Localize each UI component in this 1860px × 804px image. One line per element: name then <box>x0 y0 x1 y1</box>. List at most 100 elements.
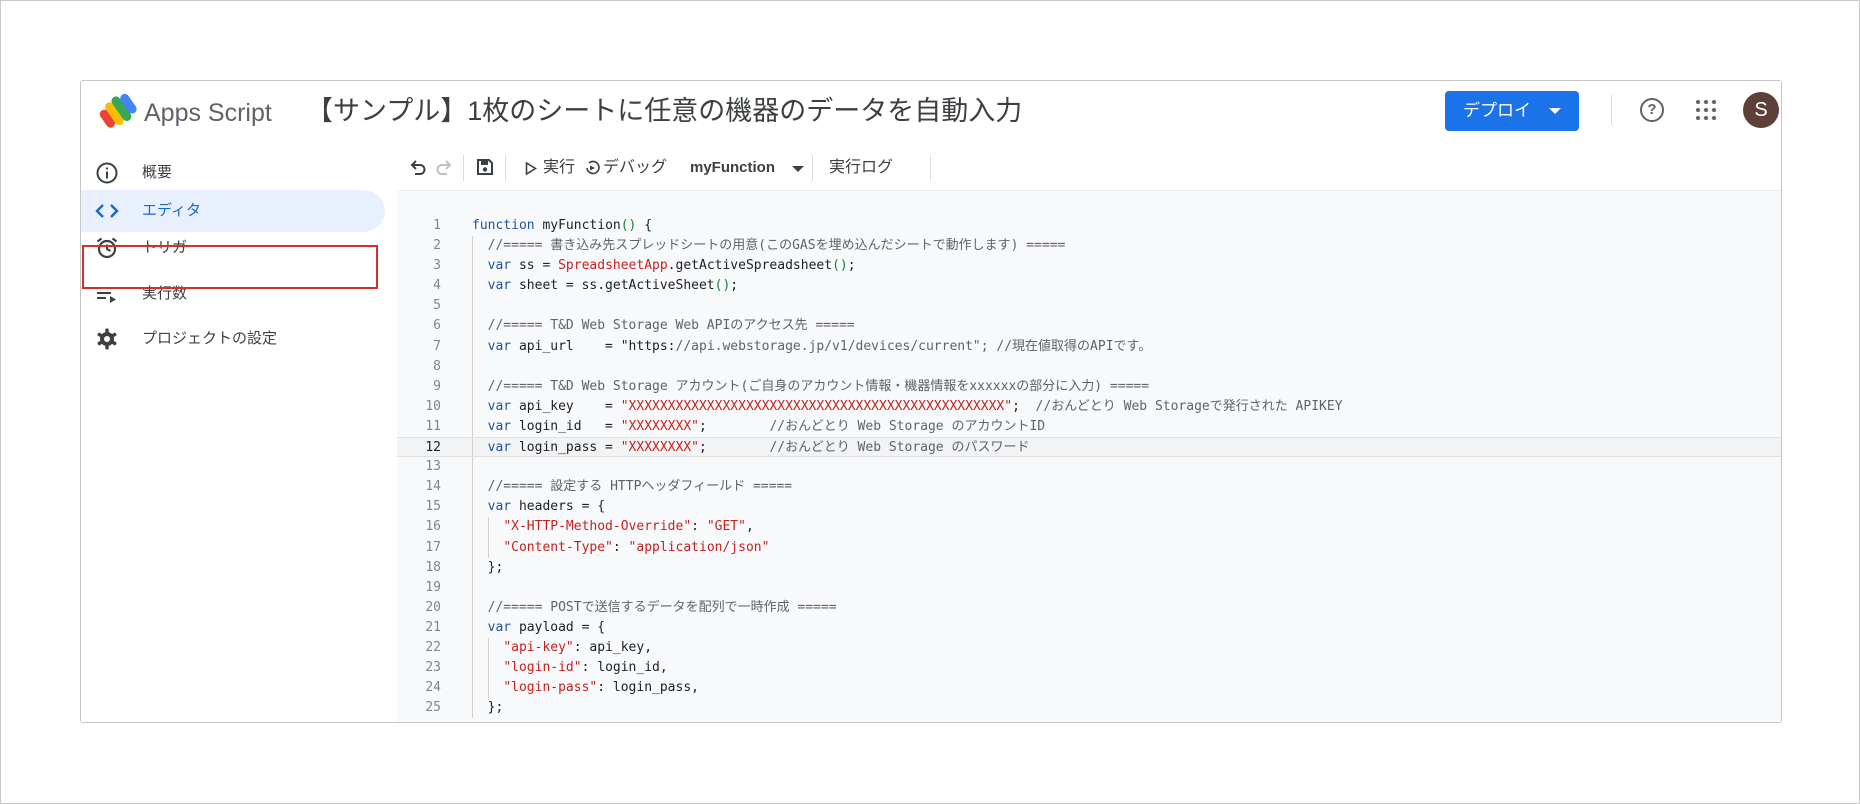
line-number: 5 <box>433 298 441 314</box>
line-number: 4 <box>433 278 441 294</box>
sidebar-item-project-settings[interactable]: プロジェクトの設定 <box>81 318 385 360</box>
indent-guide <box>472 457 473 478</box>
code-text: var api_url = "https://api.webstorage.jp… <box>487 338 1152 354</box>
code-text: //===== T&D Web Storage Web APIのアクセス先 ==… <box>487 318 855 334</box>
code-line[interactable]: 25 }; <box>397 698 1781 719</box>
code-line[interactable]: 17 "Content-Type": "application/json" <box>397 537 1781 558</box>
code-line[interactable]: 6 //===== T&D Web Storage Web APIのアクセス先 … <box>397 316 1781 337</box>
debug-button[interactable]: デバッグ <box>584 146 667 190</box>
code-text: //===== POSTで送信するデータを配列で一時作成 ===== <box>487 599 837 615</box>
code-lines: 1 function myFunction() { 2 //===== 書き込み先ス… <box>397 216 1781 719</box>
deploy-button[interactable]: デプロイ <box>1445 91 1579 131</box>
top-bar: Apps Script 【サンプル】1枚のシートに任意の機器のデータを自動入力 … <box>81 81 1781 147</box>
code-line[interactable]: 4 var sheet = ss.getActiveSheet(); <box>397 276 1781 297</box>
code-text: var sheet = ss.getActiveSheet(); <box>487 278 739 294</box>
avatar[interactable]: S <box>1743 92 1779 128</box>
line-number: 21 <box>425 619 441 635</box>
code-text: //===== 設定する HTTPヘッダフィールド ===== <box>487 479 793 495</box>
code-line[interactable]: 19 <box>397 577 1781 598</box>
code-text: "login-id": login_id, <box>503 660 668 676</box>
line-number: 7 <box>433 338 441 354</box>
apps-grid-icon[interactable] <box>1696 100 1716 120</box>
code-text: var payload = { <box>487 619 606 635</box>
line-number: 10 <box>425 398 441 414</box>
caret-down-icon <box>1549 108 1561 114</box>
code-text: //===== T&D Web Storage アカウント(ご自身のアカウント情… <box>487 378 1150 394</box>
code-line[interactable]: 20 //===== POSTで送信するデータを配列で一時作成 ===== <box>397 597 1781 618</box>
code-text: var api_key = "XXXXXXXXXXXXXXXXXXXXXXXXX… <box>487 398 1343 414</box>
code-line[interactable]: 2 //===== 書き込み先スプレッドシートの用意(このGASを埋め込んだシー… <box>397 236 1781 257</box>
gear-icon <box>97 328 117 350</box>
code-text: //===== 書き込み先スプレッドシートの用意(このGASを埋め込んだシートで… <box>487 238 1066 254</box>
info-icon <box>96 162 118 184</box>
run-label: 実行 <box>543 159 576 176</box>
toolbar-separator <box>505 155 506 181</box>
app-name[interactable]: Apps Script <box>144 95 272 131</box>
code-line[interactable]: 21 var payload = { <box>397 617 1781 638</box>
code-line[interactable]: 14 //===== 設定する HTTPヘッダフィールド ===== <box>397 477 1781 498</box>
sidebar-item-overview[interactable]: 概要 <box>81 152 385 194</box>
line-number: 24 <box>425 680 441 696</box>
toolbar-separator <box>930 155 931 181</box>
code-text: var login_pass = "XXXXXXXX"; //おんどとり Web… <box>487 440 1030 456</box>
line-number: 18 <box>425 559 441 575</box>
function-select-value: myFunction <box>690 159 775 176</box>
code-line[interactable]: 18 }; <box>397 557 1781 578</box>
line-number: 11 <box>425 418 441 434</box>
code-line[interactable]: 11 var login_id = "XXXXXXXX"; //おんどとり We… <box>397 416 1781 438</box>
code-line[interactable]: 12 var login_pass = "XXXXXXXX"; //おんどとり … <box>397 437 1781 458</box>
line-number: 1 <box>433 218 441 233</box>
line-number: 22 <box>425 639 441 655</box>
code-text: var login_id = "XXXXXXXX"; //おんどとり Web S… <box>487 418 1046 434</box>
line-number: 13 <box>425 459 441 475</box>
code-text: var headers = { <box>487 499 606 515</box>
indent-guide <box>472 577 473 598</box>
code-text: function myFunction() { <box>472 218 653 233</box>
code-line[interactable]: 1 function myFunction() { <box>397 216 1781 236</box>
sidebar-item-label: エディタ <box>142 202 201 219</box>
code-line[interactable]: 23 "login-id": login_id, <box>397 658 1781 679</box>
code-line[interactable]: 13 <box>397 457 1781 478</box>
undo-icon[interactable] <box>408 157 428 177</box>
code-text: "login-pass": login_pass, <box>503 680 699 696</box>
apps-script-logo-icon[interactable] <box>99 93 137 131</box>
code-text: }; <box>472 700 504 716</box>
code-line[interactable]: 22 "api-key": api_key, <box>397 637 1781 659</box>
sidebar-item-editor[interactable]: エディタ <box>81 190 385 232</box>
code-line[interactable]: 5 <box>397 296 1781 317</box>
code-line[interactable]: 15 var headers = { <box>397 497 1781 518</box>
line-number: 23 <box>425 660 441 676</box>
code-text: "Content-Type": "application/json" <box>503 539 770 555</box>
line-number: 12 <box>425 440 441 456</box>
code-line[interactable]: 10 var api_key = "XXXXXXXXXXXXXXXXXXXXXX… <box>397 396 1781 417</box>
triggers-highlight-box <box>82 245 378 289</box>
code-line[interactable]: 8 <box>397 356 1781 377</box>
indent-guide <box>472 356 473 377</box>
function-select[interactable]: myFunction <box>690 146 775 190</box>
code-line[interactable]: 16 "X-HTTP-Method-Override": "GET", <box>397 517 1781 538</box>
code-line[interactable]: 9 //===== T&D Web Storage アカウント(ご自身のアカウン… <box>397 376 1781 397</box>
debug-label: デバッグ <box>603 159 668 176</box>
code-line[interactable]: 7 var api_url = "https://api.webstorage.… <box>397 336 1781 357</box>
project-title[interactable]: 【サンプル】1枚のシートに任意の機器のデータを自動入力 <box>306 91 1022 131</box>
code-editor[interactable]: 1 function myFunction() { 2 //===== 書き込み先ス… <box>397 191 1781 722</box>
redo-icon[interactable] <box>434 157 454 177</box>
deploy-button-label: デプロイ <box>1463 101 1531 120</box>
save-icon[interactable] <box>475 157 495 177</box>
line-number: 25 <box>425 700 441 716</box>
line-number: 19 <box>425 579 441 595</box>
debug-icon <box>586 160 600 175</box>
caret-down-icon[interactable] <box>792 166 804 172</box>
line-number: 15 <box>425 499 441 515</box>
run-button[interactable]: 実行 <box>525 146 575 190</box>
line-number: 17 <box>425 539 441 555</box>
code-line[interactable]: 3 var ss = SpreadsheetApp.getActiveSprea… <box>397 256 1781 277</box>
help-icon[interactable]: ? <box>1640 98 1664 122</box>
code-line[interactable]: 24 "login-pass": login_pass, <box>397 678 1781 699</box>
sidebar: 概要 エディタ トリガー 実行数 プロジェクトの設定 <box>81 146 398 722</box>
execution-log-button[interactable]: 実行ログ <box>829 146 893 190</box>
line-number: 6 <box>433 318 441 334</box>
editor-toolbar: 実行 デバッグ myFunction 実行ログ <box>397 146 1781 191</box>
indent-guide <box>472 296 473 317</box>
code-text: "api-key": api_key, <box>503 639 653 655</box>
